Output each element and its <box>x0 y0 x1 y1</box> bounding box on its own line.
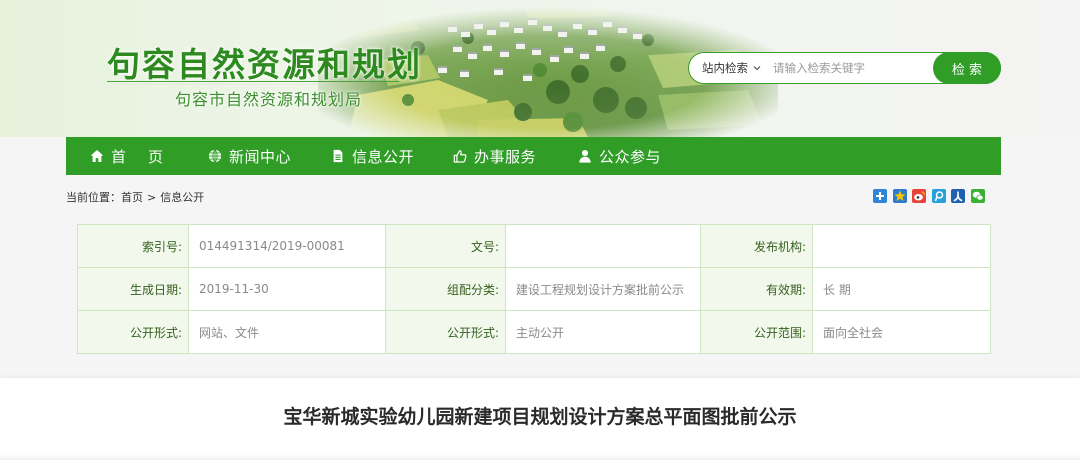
publisher-label: 发布机构: <box>700 224 813 268</box>
user-icon <box>579 149 591 163</box>
breadcrumb-prefix: 当前位置： <box>66 191 121 204</box>
search-button[interactable]: 检 索 <box>933 52 1001 84</box>
breadcrumb-separator: > <box>147 191 157 204</box>
nav-item-info-disclosure[interactable]: 信息公开 <box>331 137 414 175</box>
article-panel: 宝华新城实验幼儿园新建项目规划设计方案总平面图批前公示 <box>0 378 1080 460</box>
breadcrumb: 当前位置：首页 > 信息公开 <box>66 189 204 205</box>
article-title: 宝华新城实验幼儿园新建项目规划设计方案总平面图批前公示 <box>283 406 797 428</box>
nav-item-home[interactable]: 首 页 <box>90 137 167 175</box>
home-icon <box>90 150 104 162</box>
renren-icon[interactable] <box>951 189 965 203</box>
share-toolbar <box>873 189 985 203</box>
site-subtitle: 句容市自然资源和规划局 <box>175 90 363 109</box>
index-number-value: 014491314/2019-00081 <box>188 224 386 268</box>
search-input[interactable] <box>773 58 923 78</box>
info-table: 索引号: 014491314/2019-00081 文号: 发布机构: 生成日期… <box>77 224 991 354</box>
breadcrumb-home-link[interactable]: 首页 <box>121 191 143 204</box>
index-number-label: 索引号: <box>77 224 189 268</box>
disclosure-mode-label: 公开形式: <box>385 310 506 354</box>
created-date-value: 2019-11-30 <box>188 267 386 311</box>
nav-item-public-participation[interactable]: 公众参与 <box>578 137 661 175</box>
document-number-label: 文号: <box>385 224 506 268</box>
info-row: 公开形式: 网站、文件 公开形式: 主动公开 公开范围: 面向全社会 <box>77 310 991 354</box>
document-number-value <box>505 224 701 268</box>
info-row: 索引号: 014491314/2019-00081 文号: 发布机构: <box>77 224 991 268</box>
search-scope-label: 站内检索 <box>702 61 748 75</box>
share-more-icon[interactable] <box>873 189 887 203</box>
disclosure-scope-label: 公开范围: <box>700 310 813 354</box>
disclosure-form-value: 网站、文件 <box>188 310 386 354</box>
nav-item-label: 公众参与 <box>599 147 662 166</box>
qzone-icon[interactable] <box>892 189 907 203</box>
info-row: 生成日期: 2019-11-30 组配分类: 建设工程规划设计方案批前公示 有效… <box>77 267 991 311</box>
weibo-icon[interactable] <box>912 189 926 203</box>
nav-item-label: 首 页 <box>111 147 167 166</box>
tencent-weibo-icon[interactable] <box>931 189 946 203</box>
chevron-down-icon <box>753 66 761 71</box>
disclosure-mode-value: 主动公开 <box>505 310 701 354</box>
breadcrumb-info-link[interactable]: 信息公开 <box>160 191 204 204</box>
globe-icon <box>208 149 222 163</box>
search-scope-select[interactable]: 站内检索 <box>702 53 761 83</box>
disclosure-form-label: 公开形式: <box>77 310 189 354</box>
thumbs-up-icon <box>453 150 467 163</box>
validity-value: 长 期 <box>812 267 991 311</box>
nav-item-label: 办事服务 <box>474 147 537 166</box>
site-title: 句容自然资源和规划 <box>107 45 422 84</box>
created-date-label: 生成日期: <box>77 267 189 311</box>
validity-label: 有效期: <box>700 267 813 311</box>
site-header: 句容自然资源和规划 句容市自然资源和规划局 站内检索 检 索 <box>0 0 1080 137</box>
document-icon <box>333 149 343 163</box>
wechat-icon[interactable] <box>970 189 985 203</box>
publisher-value <box>812 224 991 268</box>
category-label: 组配分类: <box>385 267 506 311</box>
nav-item-news[interactable]: 新闻中心 <box>208 137 291 175</box>
disclosure-scope-value: 面向全社会 <box>812 310 991 354</box>
nav-item-label: 信息公开 <box>352 147 415 166</box>
title-divider <box>107 81 399 82</box>
nav-item-label: 新闻中心 <box>229 147 292 166</box>
category-value: 建设工程规划设计方案批前公示 <box>505 267 701 311</box>
search-bar: 站内检索 检 索 <box>688 52 1001 84</box>
main-nav: 首 页 新闻中心 信息公开 办事服务 公众参与 <box>66 137 1001 175</box>
nav-item-services[interactable]: 办事服务 <box>453 137 536 175</box>
